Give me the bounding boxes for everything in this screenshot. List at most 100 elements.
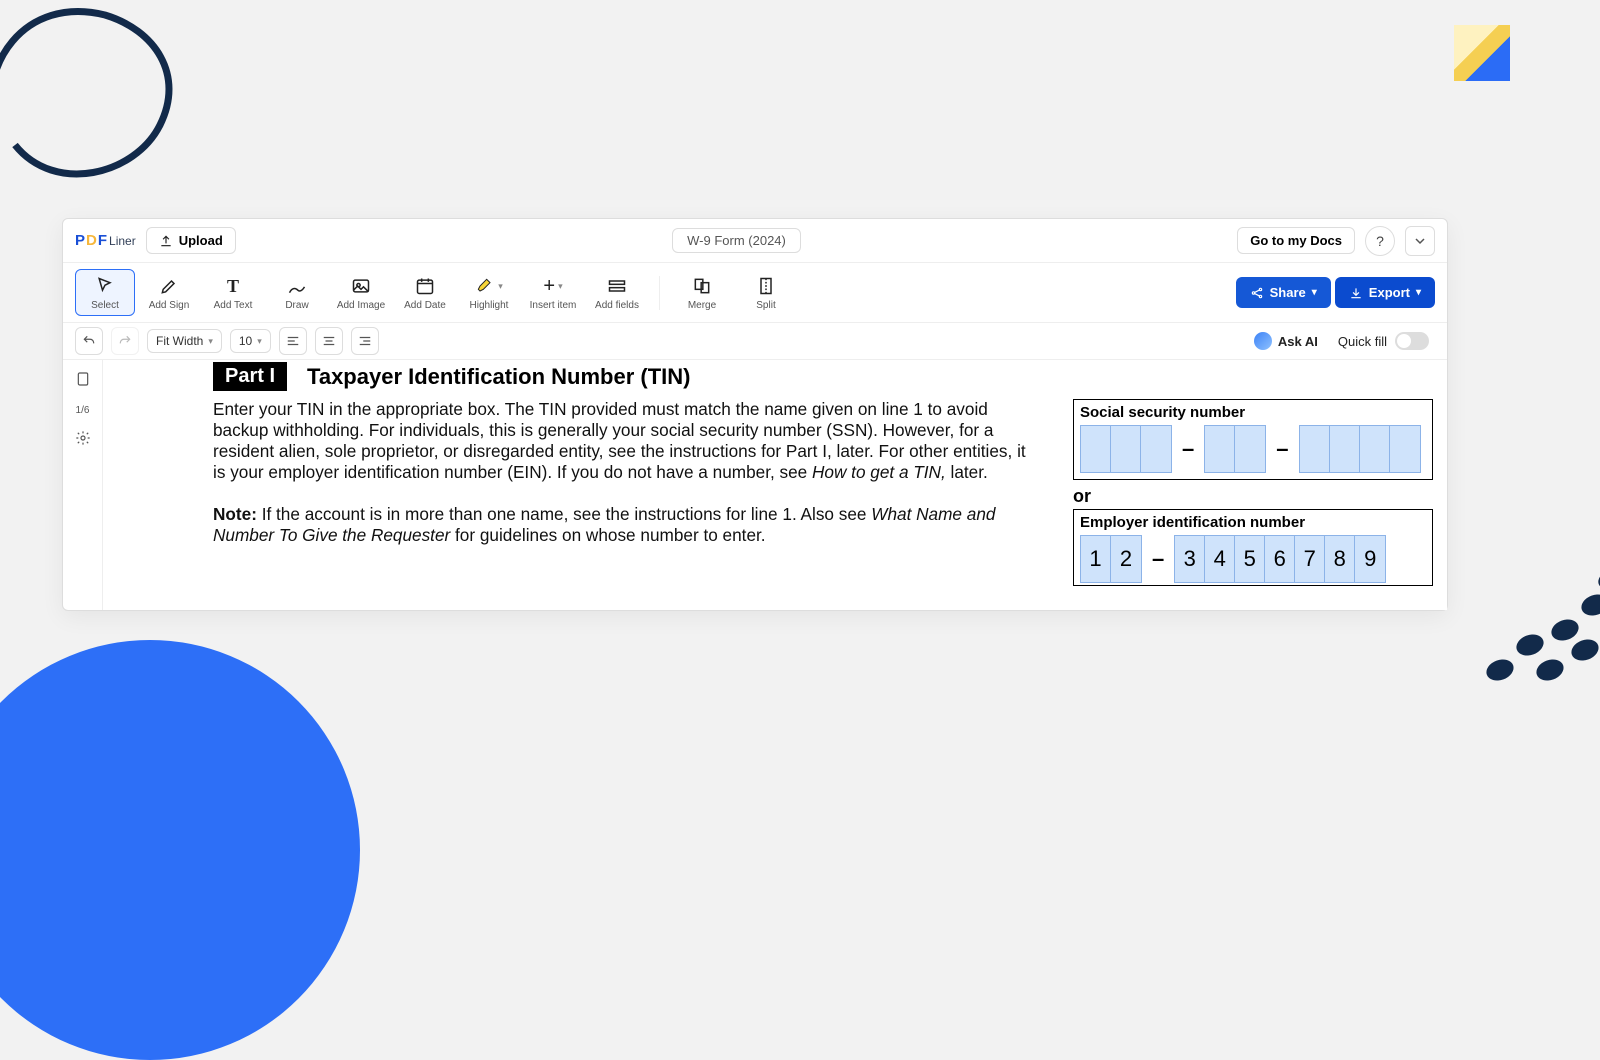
ein-digit[interactable]: 4 <box>1205 536 1235 582</box>
align-center-button[interactable] <box>315 327 343 355</box>
note-label: Note: <box>213 504 257 524</box>
fit-label: Fit Width <box>156 334 203 348</box>
settings-button[interactable] <box>75 430 91 449</box>
document-viewport[interactable]: Part I Taxpayer Identification Number (T… <box>103 360 1447 610</box>
zoom-label: 10 <box>239 334 252 348</box>
tool-add-date[interactable]: Add Date <box>395 270 455 315</box>
tool-split[interactable]: Split <box>736 270 796 315</box>
quick-fill-toggle[interactable] <box>1395 332 1429 350</box>
dash: – <box>1178 436 1198 462</box>
align-left-button[interactable] <box>279 327 307 355</box>
draw-icon <box>287 276 307 296</box>
ein-digit[interactable]: 8 <box>1325 536 1355 582</box>
ssn-group-1[interactable] <box>1080 425 1172 473</box>
ein-digit[interactable]: 6 <box>1265 536 1295 582</box>
tool-label: Add Image <box>337 300 385 311</box>
app-logo: PDFLiner <box>75 232 136 249</box>
align-left-icon <box>286 334 300 348</box>
tool-label: Draw <box>285 300 308 311</box>
document-content: Part I Taxpayer Identification Number (T… <box>103 362 1447 586</box>
tool-add-sign[interactable]: Add Sign <box>139 270 199 315</box>
ssn-input-row: – – <box>1080 425 1426 473</box>
pages-panel-button[interactable] <box>75 370 91 391</box>
tool-draw[interactable]: Draw <box>267 270 327 315</box>
editor-body: 1/6 Part I Taxpayer Identification Numbe… <box>63 360 1447 610</box>
export-label: Export <box>1369 285 1410 300</box>
share-button[interactable]: Share ▾ <box>1236 277 1331 308</box>
or-label: or <box>1073 480 1433 509</box>
ssn-group-3[interactable] <box>1299 425 1421 473</box>
tool-highlight[interactable]: Highlight <box>459 270 519 315</box>
sign-icon <box>159 276 179 296</box>
form-id-fields: Social security number – – or Emplo <box>1073 399 1433 586</box>
goto-docs-button[interactable]: Go to my Docs <box>1237 227 1355 254</box>
download-icon <box>1349 286 1363 300</box>
tool-add-fields[interactable]: Add fields <box>587 270 647 315</box>
ein-label: Employer identification number <box>1080 512 1426 535</box>
instruction-text: later. <box>946 462 988 482</box>
document-title[interactable]: W-9 Form (2024) <box>672 228 801 253</box>
ein-digit[interactable]: 5 <box>1235 536 1265 582</box>
form-instructions: Enter your TIN in the appropriate box. T… <box>213 399 1033 546</box>
dash: – <box>1148 546 1168 572</box>
export-button[interactable]: Export ▾ <box>1335 277 1435 308</box>
align-right-icon <box>358 334 372 348</box>
fields-icon <box>607 276 627 296</box>
ai-icon <box>1254 332 1272 350</box>
ein-group-2[interactable]: 3 4 5 6 7 8 9 <box>1174 535 1386 583</box>
ein-digit[interactable]: 7 <box>1295 536 1325 582</box>
ein-group-1[interactable]: 1 2 <box>1080 535 1142 583</box>
plus-icon: + <box>543 274 562 298</box>
share-icon <box>1250 286 1264 300</box>
decorative-scribble-top <box>0 0 185 215</box>
ssn-group-2[interactable] <box>1204 425 1266 473</box>
redo-icon <box>118 334 132 348</box>
select-icon <box>95 276 115 296</box>
ein-digit[interactable]: 3 <box>1175 536 1205 582</box>
redo-button[interactable] <box>111 327 139 355</box>
dash: – <box>1272 436 1292 462</box>
tool-select[interactable]: Select <box>75 269 135 316</box>
fit-select[interactable]: Fit Width <box>147 329 222 353</box>
logo-letter: D <box>86 232 97 249</box>
upload-label: Upload <box>179 233 223 248</box>
instruction-text: If the account is in more than one name,… <box>257 504 871 524</box>
topbar-right: Go to my Docs ? <box>1237 226 1435 256</box>
topbar: PDFLiner Upload W-9 Form (2024) Go to my… <box>63 219 1447 263</box>
tool-label: Highlight <box>470 300 509 311</box>
tool-add-text[interactable]: T Add Text <box>203 270 263 315</box>
logo-letter: P <box>75 232 85 249</box>
share-label: Share <box>1270 285 1306 300</box>
chevron-down-icon <box>1415 236 1425 246</box>
calendar-icon <box>415 276 435 296</box>
page-indicator: 1/6 <box>76 405 90 416</box>
tool-label: Add Date <box>404 300 446 311</box>
tool-label: Add Text <box>214 300 253 311</box>
undo-button[interactable] <box>75 327 103 355</box>
left-sidebar: 1/6 <box>63 360 103 610</box>
page-icon <box>75 370 91 388</box>
ask-ai-label: Ask AI <box>1278 334 1318 349</box>
tool-insert-item[interactable]: + Insert item <box>523 270 583 315</box>
more-menu-button[interactable] <box>1405 226 1435 256</box>
ein-input-row: 1 2 – 3 4 5 6 7 8 <box>1080 535 1426 583</box>
ein-digit[interactable]: 9 <box>1355 536 1385 582</box>
ein-digit[interactable]: 1 <box>1081 536 1111 582</box>
tool-merge[interactable]: Merge <box>672 270 732 315</box>
chevron-down-icon: ▾ <box>1416 287 1421 298</box>
tool-label: Add fields <box>595 300 639 311</box>
ask-ai-button[interactable]: Ask AI <box>1248 328 1324 354</box>
tool-add-image[interactable]: Add Image <box>331 270 391 315</box>
help-button[interactable]: ? <box>1365 226 1395 256</box>
form-columns: Enter your TIN in the appropriate box. T… <box>213 399 1447 586</box>
ssn-field-frame: Social security number – – <box>1073 399 1433 480</box>
ssn-label: Social security number <box>1080 402 1426 425</box>
part-title: Taxpayer Identification Number (TIN) <box>307 364 690 390</box>
ein-field-frame: Employer identification number 1 2 – 3 4 <box>1073 509 1433 586</box>
align-right-button[interactable] <box>351 327 379 355</box>
upload-button[interactable]: Upload <box>146 227 236 254</box>
ein-digit[interactable]: 2 <box>1111 536 1141 582</box>
zoom-select[interactable]: 10 <box>230 329 271 353</box>
tool-label: Select <box>91 300 119 311</box>
tool-label: Insert item <box>530 300 577 311</box>
